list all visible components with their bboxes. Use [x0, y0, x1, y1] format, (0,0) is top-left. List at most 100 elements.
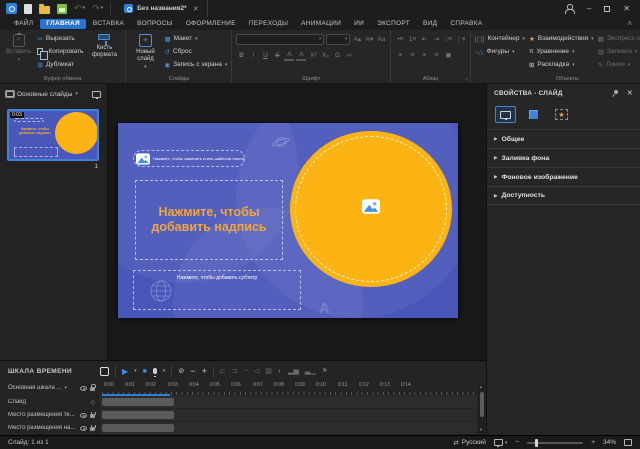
timeline-zoom-out-button[interactable]: −: [190, 366, 195, 376]
main-track-dropdown[interactable]: Основная шкала ...: [8, 385, 61, 391]
lock-icon[interactable]: [90, 427, 95, 431]
image-placeholder[interactable]: [290, 131, 452, 287]
slide[interactable]: Нажмите, чтобы изменить стиль шаблона те…: [118, 123, 458, 318]
tab-questions[interactable]: ВОПРОСЫ: [131, 19, 179, 29]
subtitle-placeholder[interactable]: Нажмите, чтобы добавить субтитр: [133, 270, 301, 310]
language-selector[interactable]: ⇄ Русский: [453, 439, 486, 447]
microphone-button[interactable]: [153, 368, 157, 374]
decrease-font-button[interactable]: A▾: [364, 34, 374, 45]
tag-icon[interactable]: ◇: [90, 399, 95, 406]
section-background-image[interactable]: ▶ Фоновое изображение: [487, 167, 640, 186]
shading-button[interactable]: ▣: [443, 50, 453, 61]
eye-icon[interactable]: [80, 426, 87, 431]
subscript-button[interactable]: X₂: [320, 50, 330, 61]
tab-help[interactable]: СПРАВКА: [444, 19, 488, 29]
marker-icon[interactable]: ⚑: [322, 367, 328, 375]
timeline-ruler[interactable]: 0:00 0:01 0:02 0:03 0:04 0:05 0:06 0:07 …: [100, 381, 486, 395]
align-center-button[interactable]: ≡: [407, 50, 417, 61]
eye-icon[interactable]: [80, 413, 87, 418]
strikethrough-button[interactable]: S: [272, 50, 282, 61]
cut-button[interactable]: ✂Вырезать: [37, 32, 83, 45]
media-icon[interactable]: ▨: [265, 367, 272, 375]
stop-button[interactable]: ■: [143, 368, 147, 375]
document-tab[interactable]: Без названия2* ✕: [118, 0, 207, 17]
increase-indent-button[interactable]: ⇥: [431, 34, 441, 45]
arrange-button[interactable]: ⊞Раскладка▾: [529, 58, 594, 71]
zoom-slider-thumb[interactable]: [535, 439, 538, 447]
master-slides-dropdown[interactable]: Основные слайды: [17, 91, 72, 98]
section-accessibility[interactable]: ▶ Доступность: [487, 186, 640, 205]
tab-home[interactable]: ГЛАВНАЯ: [40, 19, 86, 29]
interactions-dropdown-icon[interactable]: ▾: [591, 36, 594, 42]
frame-icon[interactable]: [100, 367, 109, 376]
scroll-up-icon[interactable]: ▲: [479, 384, 483, 389]
collapse-ribbon-icon[interactable]: ˄: [627, 19, 632, 28]
highlight-color-button[interactable]: A: [284, 50, 294, 61]
tab-export[interactable]: ЭКСПОРТ: [371, 19, 416, 29]
slide-canvas[interactable]: Нажмите, чтобы изменить стиль шаблона те…: [108, 84, 486, 360]
container-properties-tab[interactable]: [523, 106, 544, 123]
express-style-button[interactable]: ▩Экспресс-стиль▾: [598, 32, 640, 45]
fill-button[interactable]: ▨Заливка▾: [598, 45, 640, 58]
new-document-icon[interactable]: [24, 4, 32, 14]
timeline-scrollbar[interactable]: ▲ ▼: [478, 383, 485, 433]
paste-dropdown-icon[interactable]: ▾: [17, 58, 20, 64]
superscript-button[interactable]: X²: [308, 50, 318, 61]
italic-button[interactable]: I: [248, 50, 258, 61]
template-text-placeholder[interactable]: Нажмите, чтобы изменить стиль шаблона те…: [133, 150, 245, 167]
arrange-dropdown-icon[interactable]: ▾: [572, 62, 575, 68]
track-area[interactable]: [100, 409, 477, 421]
zoom-level[interactable]: 34%: [603, 439, 616, 446]
eye-icon[interactable]: [80, 386, 87, 391]
new-slide-button[interactable]: + Новый слайд ▾: [130, 32, 160, 73]
open-folder-icon[interactable]: [39, 6, 50, 14]
slide-thumbnail[interactable]: 0:03 Нажмите, чтобы добавить надпись: [7, 109, 99, 161]
monitor-icon[interactable]: [92, 91, 101, 98]
screen-record-button[interactable]: ◉Запись с экрана▾: [164, 58, 227, 71]
pin-icon[interactable]: [612, 90, 619, 97]
close-window-icon[interactable]: ✕: [623, 4, 630, 13]
master-slides-dropdown-icon[interactable]: ▾: [75, 91, 78, 97]
align-justify-button[interactable]: ≡: [431, 50, 441, 61]
slide-properties-tab[interactable]: [495, 106, 516, 123]
tab-design[interactable]: ОФОРМЛЕНИЕ: [180, 19, 242, 29]
timeline-row-slide[interactable]: Слайд ◇: [0, 396, 486, 408]
timeline-zoom-in-button[interactable]: +: [202, 366, 207, 376]
tab-animations[interactable]: АНИМАЦИИ: [295, 19, 347, 29]
bullet-list-button[interactable]: •≡: [395, 34, 405, 45]
tab-transitions[interactable]: ПЕРЕХОДЫ: [243, 19, 294, 29]
undo-dropdown-icon[interactable]: ▾: [83, 6, 86, 11]
close-tab-icon[interactable]: ✕: [191, 5, 201, 13]
play-dropdown-icon[interactable]: ▾: [134, 368, 137, 374]
container-dropdown-icon[interactable]: ▾: [522, 36, 525, 42]
decrease-indent-button[interactable]: ⇤: [419, 34, 429, 45]
reset-button[interactable]: ↺Сброс: [164, 45, 227, 58]
symbol-button[interactable]: Ω: [332, 50, 342, 61]
container-button[interactable]: [▢]Контейнер▾: [475, 32, 525, 45]
format-painter-button[interactable]: Кисть формата: [87, 32, 121, 61]
multilevel-list-button[interactable]: ⋮≡: [455, 34, 465, 45]
align-left-button[interactable]: ≡: [395, 50, 405, 61]
stats-icon[interactable]: ▃▁: [305, 367, 316, 375]
layout-dropdown-icon[interactable]: ▾: [195, 36, 198, 42]
font-size-select[interactable]: ▾: [326, 34, 350, 45]
microphone-dropdown-icon[interactable]: ▾: [163, 368, 166, 374]
fit-screen-icon[interactable]: [624, 439, 632, 446]
scroll-down-icon[interactable]: ▼: [479, 427, 483, 432]
tab-insert[interactable]: ВСТАВКА: [87, 19, 130, 29]
section-background-fill[interactable]: ▶ Заливка фона: [487, 148, 640, 167]
redo-dropdown-icon[interactable]: ▾: [101, 6, 104, 11]
sound-icon[interactable]: ◁: [254, 367, 259, 375]
effects-properties-tab[interactable]: ★: [551, 106, 572, 123]
paste-button[interactable]: ✓ Вставить ▾: [4, 32, 33, 66]
bold-button[interactable]: B: [236, 50, 246, 61]
track-clip[interactable]: [102, 411, 174, 419]
scrollbar-thumb[interactable]: [480, 392, 484, 417]
user-account-icon[interactable]: [565, 4, 574, 13]
save-icon[interactable]: [57, 4, 67, 14]
close-panel-icon[interactable]: ✕: [627, 89, 633, 97]
zoom-in-button[interactable]: +: [591, 439, 595, 446]
track-area[interactable]: [100, 422, 477, 434]
copy-button[interactable]: Копировать: [37, 45, 83, 58]
tab-file[interactable]: ФАЙЛ: [8, 19, 39, 29]
